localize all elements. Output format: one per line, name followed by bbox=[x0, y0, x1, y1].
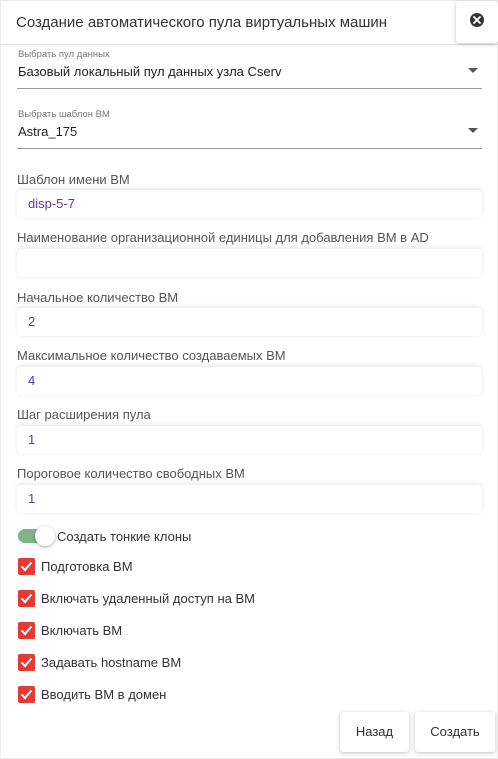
checkmark-icon bbox=[20, 689, 33, 700]
vm-template-value: Astra_175 bbox=[18, 124, 78, 139]
data-pool-value: Базовый локальный пул данных узла Cserv bbox=[18, 64, 282, 79]
max-count-label: Максимальное количество создаваемых ВМ bbox=[17, 348, 286, 363]
checkbox-label: Включать ВМ bbox=[41, 623, 123, 638]
close-button[interactable] bbox=[456, 1, 498, 43]
checkbox-join-domain[interactable] bbox=[18, 686, 35, 703]
checkbox-label: Задавать hostname ВМ bbox=[41, 655, 182, 670]
checkbox-power-on[interactable] bbox=[18, 622, 35, 639]
dialog-title: Создание автоматического пула виртуальны… bbox=[16, 14, 388, 31]
checkbox-label: Вводить ВМ в домен bbox=[41, 687, 167, 702]
dropdown-arrow-icon[interactable] bbox=[468, 68, 478, 73]
dialog-header: Создание автоматического пула виртуальны… bbox=[1, 1, 498, 45]
checkbox-hostname[interactable] bbox=[18, 654, 35, 671]
checkbox-row-prepare-vm: Подготовка ВМ bbox=[17, 557, 337, 577]
close-icon bbox=[470, 13, 484, 27]
create-button[interactable]: Создать bbox=[415, 712, 495, 752]
checkmark-icon bbox=[20, 593, 33, 604]
toggle-knob[interactable] bbox=[35, 526, 55, 546]
initial-count-input[interactable]: 2 bbox=[17, 308, 482, 336]
checkbox-row-power-on: Включать ВМ bbox=[17, 621, 337, 641]
checkbox-row-hostname: Задавать hostname ВМ bbox=[17, 653, 337, 673]
ou-name-label: Наименование организационной единицы для… bbox=[17, 230, 429, 245]
checkbox-label: Включать удаленный доступ на ВМ bbox=[41, 591, 255, 606]
checkbox-row-join-domain: Вводить ВМ в домен bbox=[17, 685, 337, 705]
checkmark-icon bbox=[20, 657, 33, 668]
checkbox-label: Подготовка ВМ bbox=[41, 559, 133, 574]
checkbox-prepare-vm[interactable] bbox=[18, 558, 35, 575]
back-button[interactable]: Назад bbox=[340, 712, 409, 752]
data-pool-select[interactable]: Выбрать пул данных Базовый локальный пул… bbox=[17, 49, 482, 89]
free-threshold-label: Пороговое количество свободных ВМ bbox=[17, 466, 245, 481]
thin-clones-label: Создать тонкие клоны bbox=[57, 529, 192, 544]
free-threshold-input[interactable]: 1 bbox=[17, 485, 482, 513]
checkmark-icon bbox=[20, 625, 33, 636]
expand-step-label: Шаг расширения пула bbox=[17, 407, 151, 422]
dropdown-arrow-icon[interactable] bbox=[468, 128, 478, 133]
thin-clones-toggle-row: Создать тонкие клоны bbox=[17, 525, 317, 547]
data-pool-label: Выбрать пул данных bbox=[18, 49, 110, 60]
vm-template-select[interactable]: Выбрать шаблон ВМ Astra_175 bbox=[17, 109, 482, 149]
initial-count-label: Начальное количество ВМ bbox=[17, 290, 179, 305]
vm-template-label: Выбрать шаблон ВМ bbox=[18, 109, 110, 120]
name-template-label: Шаблон имени ВМ bbox=[17, 172, 130, 187]
expand-step-input[interactable]: 1 bbox=[17, 426, 482, 454]
max-count-input[interactable]: 4 bbox=[17, 367, 482, 395]
checkbox-remote-access[interactable] bbox=[18, 590, 35, 607]
ou-name-input[interactable] bbox=[17, 249, 482, 277]
checkmark-icon bbox=[20, 561, 33, 572]
create-pool-dialog: Создание автоматического пула виртуальны… bbox=[0, 0, 498, 759]
name-template-input[interactable]: disp-5-7 bbox=[17, 190, 482, 218]
checkbox-row-remote-access: Включать удаленный доступ на ВМ bbox=[17, 589, 337, 609]
